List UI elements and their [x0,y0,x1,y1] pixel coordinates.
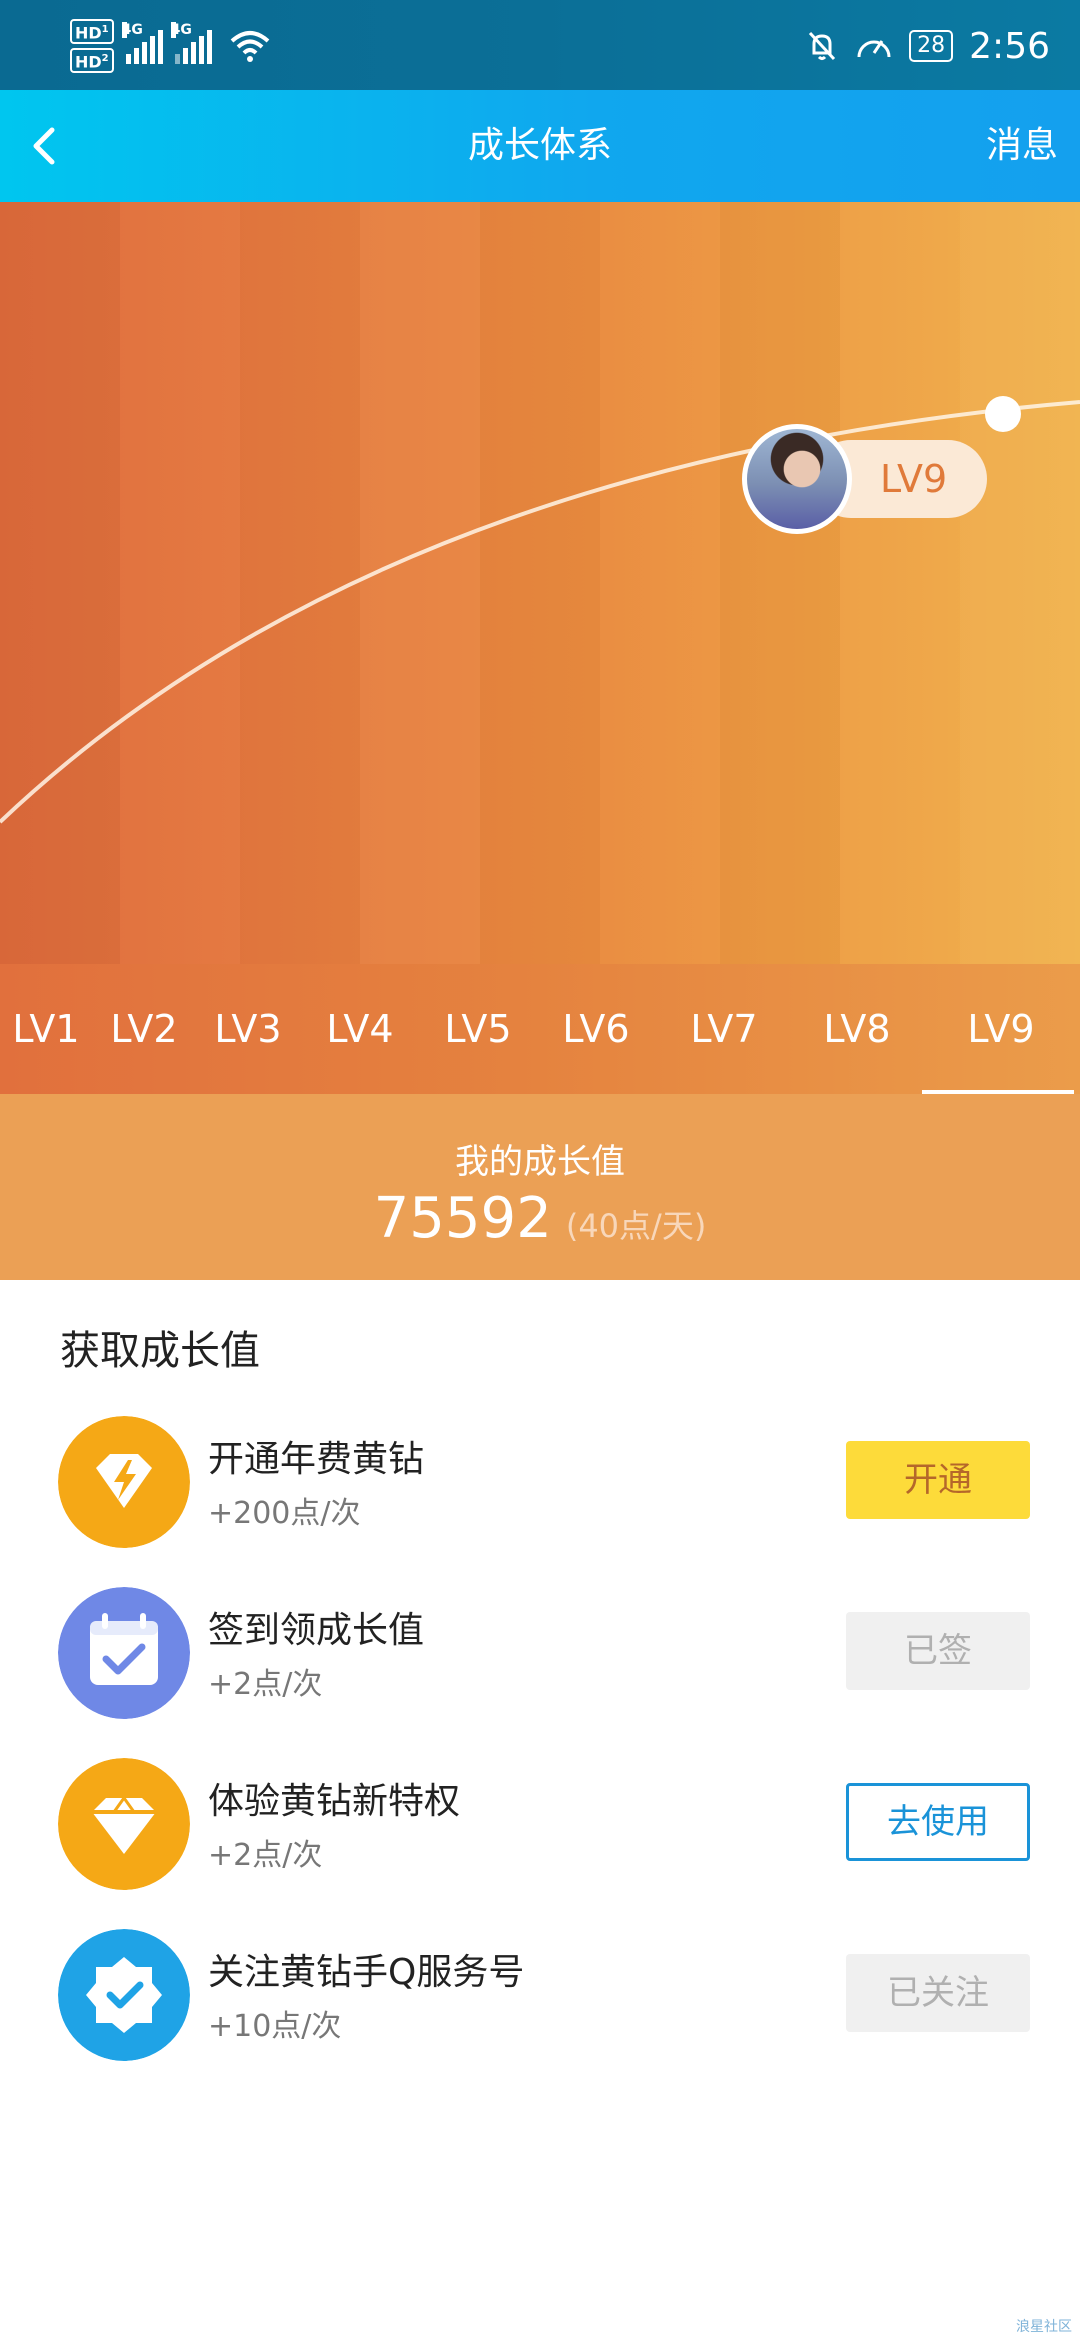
checked-in-button[interactable]: 已签 [846,1612,1030,1690]
calendar-check-icon [58,1587,190,1719]
growth-row: 75592 (40点/天) [0,1186,1080,1251]
item-name: 关注黄钻手Q服务号 [208,1952,525,1993]
growth-value-panel: 我的成长值 75592 (40点/天) [0,1094,1080,1280]
hd1-badge: HD1 [70,18,114,44]
item-points: +2点/次 [208,1667,323,1702]
tab-lv1[interactable]: LV1 [0,964,92,1094]
curve-end-dot [985,396,1021,432]
item-name: 开通年费黄钻 [208,1439,425,1480]
growth-value: 75592 [373,1186,552,1251]
earn-item-follow-service: 关注黄钻手Q服务号 +10点/次 已关注 [0,1929,1080,2069]
status-left: HD1 HD2 4G 4G [70,16,270,76]
bell-muted-icon [809,31,836,61]
tab-lv3[interactable]: LV3 [196,964,300,1094]
tab-lv2[interactable]: LV2 [92,964,196,1094]
item-name: 签到领成长值 [208,1610,425,1651]
open-button[interactable]: 开通 [846,1441,1030,1519]
status-bar: HD1 HD2 4G 4G 28 2:56 [0,0,1080,90]
hd2-badge: HD2 [70,48,114,74]
tab-lv8[interactable]: LV8 [792,964,922,1094]
battery-level: 28 [909,30,954,62]
item-points: +2点/次 [208,1838,323,1873]
item-points: +200点/次 [208,1496,361,1531]
growth-hero: LV9 [0,202,1080,964]
diamond-icon [58,1758,190,1890]
tab-lv7[interactable]: LV7 [656,964,792,1094]
use-now-button[interactable]: 去使用 [846,1783,1030,1861]
tab-lv5[interactable]: LV5 [420,964,536,1094]
level-tabs: LV1 LV2 LV3 LV4 LV5 LV6 LV7 LV8 LV9 [0,964,1080,1094]
tab-lv6[interactable]: LV6 [536,964,656,1094]
earn-item-checkin: 签到领成长值 +2点/次 已签 [0,1587,1080,1727]
wifi-icon [230,31,269,62]
growth-label: 我的成长值 [455,1142,625,1182]
followed-button[interactable]: 已关注 [846,1954,1030,2032]
lightning-diamond-icon [58,1416,190,1548]
time: 2:56 [969,25,1050,67]
status-right: 28 2:56 [805,16,1050,76]
signal-2-icon: 4G [170,22,212,64]
tab-lv9[interactable]: LV9 [922,964,1080,1094]
signal-1-icon: 4G [121,22,163,64]
watermark: 浪星社区 [1016,2319,1072,2335]
page-title: 成长体系 [467,125,612,166]
item-name: 体验黄钻新特权 [208,1781,461,1822]
messages-button[interactable]: 消息 [986,90,1058,202]
growth-rate: (40点/天) [565,1207,707,1245]
earn-item-annual-yellow-diamond: 开通年费黄钻 +200点/次 开通 [0,1416,1080,1556]
earn-section-title: 获取成长值 [60,1328,260,1374]
current-level-marker: LV9 [742,424,988,534]
tab-lv4[interactable]: LV4 [300,964,420,1094]
hd-indicators: HD1 HD2 [70,18,114,74]
title-bar: 成长体系 消息 [0,90,1080,202]
avatar[interactable] [742,424,852,534]
speedometer-icon [857,40,891,58]
growth-curve [0,400,1080,824]
earn-item-try-privilege: 体验黄钻新特权 +2点/次 去使用 [0,1758,1080,1898]
item-points: +10点/次 [208,2009,342,2044]
badge-check-icon [58,1929,190,2061]
